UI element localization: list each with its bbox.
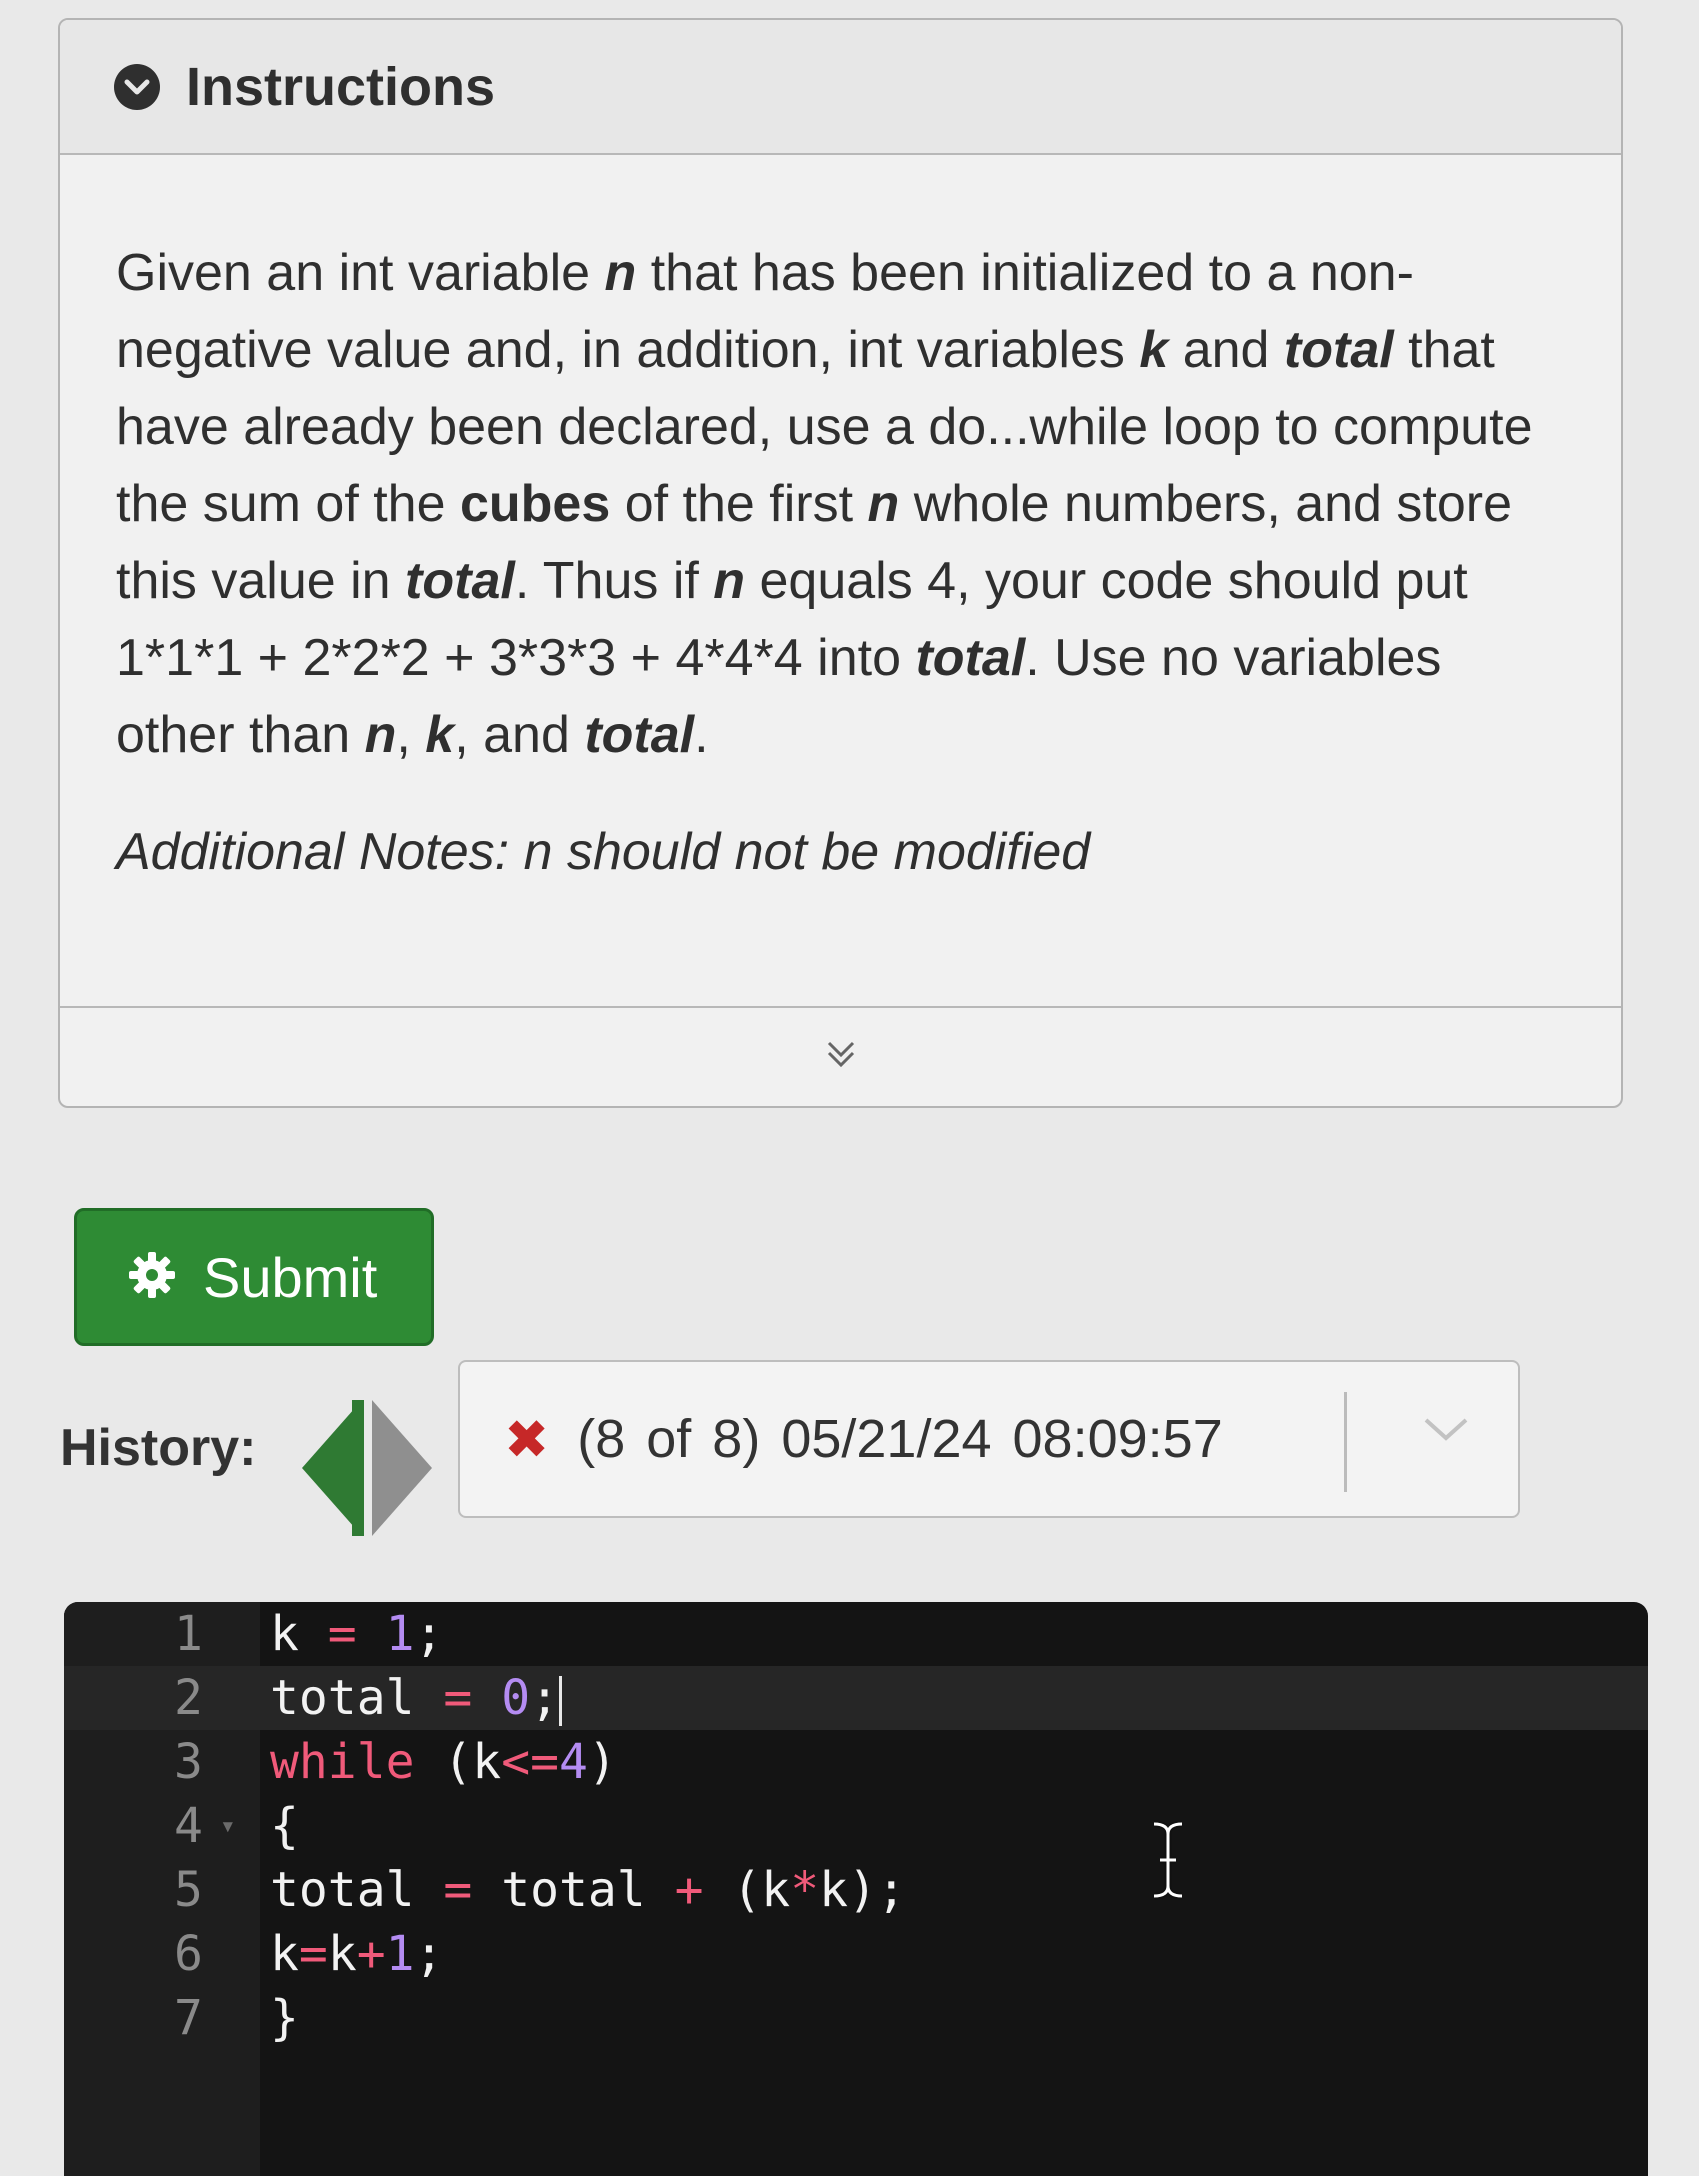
- caret: [559, 1676, 563, 1726]
- var-total: total: [405, 552, 515, 610]
- line-number: 1: [174, 1606, 203, 1662]
- instructions-header[interactable]: Instructions: [60, 20, 1621, 155]
- code-token: 1: [385, 1926, 415, 1982]
- code-text: k = 1;: [270, 1602, 443, 1666]
- line-number: 5: [174, 1862, 203, 1918]
- code-editor[interactable]: 1k = 1; 2 total = 0; 3 while (k<=4) 4 ▾{5 total…: [64, 1602, 1648, 2176]
- history-selected-value: (8 of 8) 05/21/24 08:09:57: [577, 1409, 1223, 1469]
- var-n: n: [604, 244, 637, 302]
- code-token: (k: [414, 1734, 502, 1790]
- code-line[interactable]: 4 ▾{: [64, 1794, 1648, 1858]
- var-n: n: [364, 706, 397, 764]
- code-token: total: [270, 1670, 444, 1726]
- code-token: 4: [559, 1734, 588, 1790]
- text-span: .: [694, 706, 709, 764]
- code-text: total = 0;: [270, 1666, 563, 1730]
- double-chevron-down-icon[interactable]: [823, 1037, 859, 1078]
- fold-arrow-icon[interactable]: ▾: [220, 1794, 236, 1858]
- code-line[interactable]: 6 k=k+1;: [64, 1922, 1648, 1986]
- code-token: *: [790, 1862, 820, 1918]
- code-line[interactable]: 7}: [64, 1986, 1648, 2050]
- code-token: {: [270, 1798, 299, 1854]
- var-n: n: [713, 552, 746, 610]
- var-k: k: [1139, 321, 1169, 379]
- text-cursor-icon: [1148, 1820, 1188, 1905]
- line-number: 6: [174, 1926, 203, 1982]
- code-text: }: [270, 1986, 299, 2050]
- code-token: <=: [501, 1734, 559, 1790]
- code-text: total = total + (k*k);: [270, 1858, 906, 1922]
- text-span: Given an int variable: [116, 244, 605, 302]
- var-total: total: [915, 629, 1026, 687]
- additional-notes: Additional Notes: n should not be modifi…: [116, 823, 1091, 881]
- submit-button[interactable]: Submit: [74, 1208, 434, 1346]
- code-token: total: [270, 1862, 444, 1918]
- var-total: total: [584, 706, 695, 764]
- history-select[interactable]: ✖ (8 of 8) 05/21/24 08:09:57: [458, 1360, 1520, 1518]
- select-divider: [1344, 1392, 1347, 1492]
- instructions-text: Given an int variable n that has been in…: [60, 155, 1621, 891]
- text-span: ,: [396, 706, 426, 764]
- line-number: 3: [174, 1734, 203, 1790]
- gear-icon: [127, 1250, 177, 1305]
- instructions-paragraph: Given an int variable n that has been in…: [116, 235, 1561, 774]
- code-token: 0: [501, 1670, 531, 1726]
- text-span: , and: [454, 706, 585, 764]
- x-icon: ✖: [504, 1409, 550, 1470]
- code-line[interactable]: 1k = 1;: [64, 1602, 1648, 1666]
- chevron-down-icon[interactable]: [114, 63, 160, 110]
- code-token: k: [270, 1926, 299, 1982]
- code-token: =: [443, 1862, 473, 1918]
- code-token: total: [472, 1862, 675, 1918]
- code-token: +: [674, 1862, 704, 1918]
- code-token: while: [270, 1734, 415, 1790]
- var-total: total: [1283, 321, 1394, 379]
- bold-cubes: cubes: [459, 475, 611, 533]
- text-span: and: [1168, 321, 1284, 379]
- exercise-page: Instructions Given an int variable n tha…: [0, 0, 1699, 2176]
- code-token: ;: [414, 1926, 444, 1982]
- instructions-title: Instructions: [186, 56, 496, 117]
- text-span: . Thus if: [514, 552, 714, 610]
- code-text: {: [270, 1794, 299, 1858]
- code-token: ): [587, 1734, 617, 1790]
- instructions-panel: Instructions Given an int variable n tha…: [58, 18, 1623, 1108]
- code-text: while (k<=4): [270, 1730, 617, 1794]
- history-prev-bar[interactable]: [352, 1400, 364, 1536]
- line-number: 7: [174, 1990, 203, 2046]
- history-label: History:: [60, 1419, 257, 1477]
- code-token: k);: [819, 1862, 906, 1918]
- code-token: (k: [703, 1862, 791, 1918]
- code-token: =: [327, 1606, 357, 1662]
- line-number: 2: [174, 1670, 203, 1726]
- chevron-down-icon[interactable]: [1420, 1412, 1472, 1451]
- code-token: ;: [530, 1670, 560, 1726]
- var-n: n: [867, 475, 900, 533]
- code-text: k=k+1;: [270, 1922, 443, 1986]
- code-token: +: [356, 1926, 386, 1982]
- code-token: k: [327, 1926, 357, 1982]
- code-line[interactable]: 5 total = total + (k*k);: [64, 1858, 1648, 1922]
- code-token: }: [270, 1990, 299, 2046]
- var-k: k: [425, 706, 455, 764]
- code-token: =: [298, 1926, 328, 1982]
- history-next-icon[interactable]: [372, 1400, 432, 1536]
- expand-toggle[interactable]: [60, 1006, 1621, 1106]
- code-line[interactable]: 3 while (k<=4): [64, 1730, 1648, 1794]
- code-line[interactable]: 2 total = 0;: [64, 1666, 1648, 1730]
- text-span: of the first: [610, 475, 868, 533]
- code-token: k: [270, 1606, 328, 1662]
- submit-label: Submit: [203, 1245, 378, 1309]
- code-token: =: [443, 1670, 473, 1726]
- code-token: ;: [414, 1606, 444, 1662]
- code-token: 1: [385, 1606, 415, 1662]
